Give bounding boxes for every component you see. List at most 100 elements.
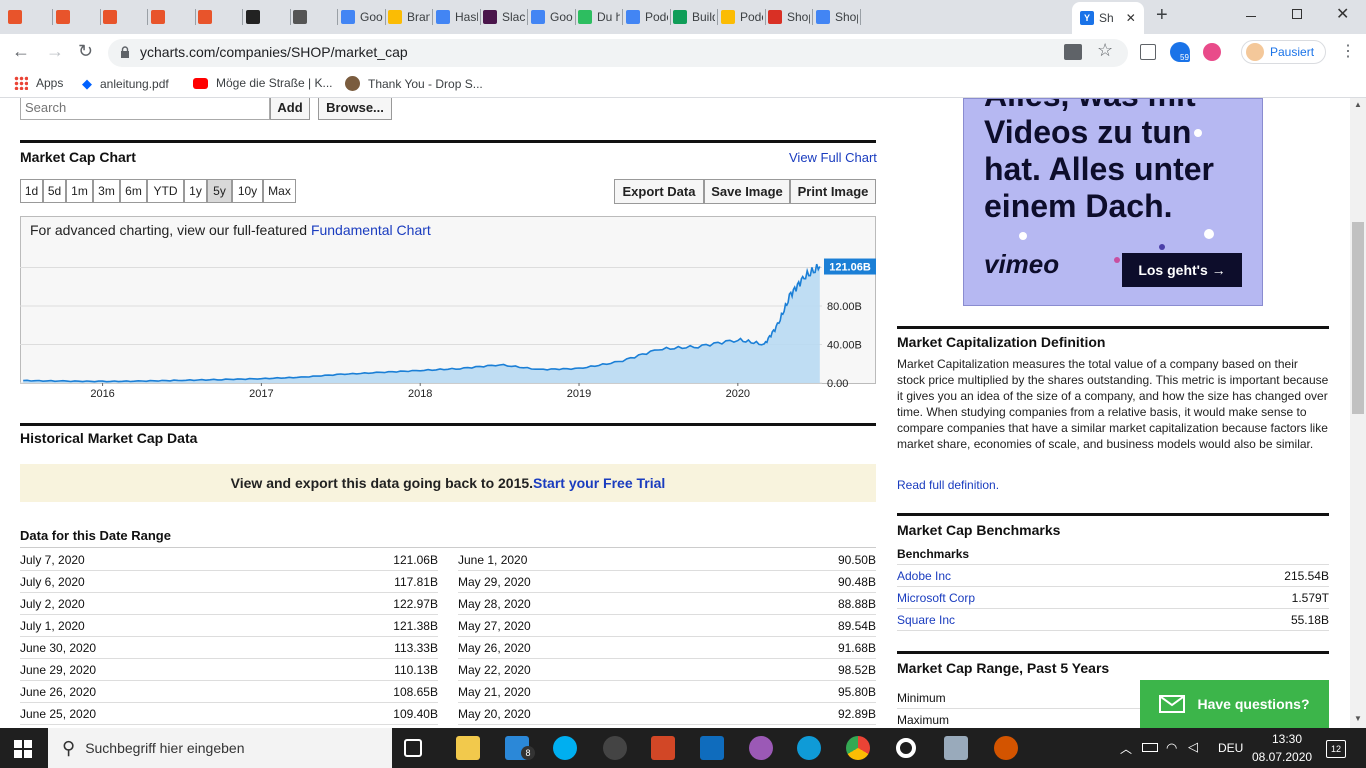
- browser-tab[interactable]: Googl: [341, 4, 383, 30]
- windows-start-icon[interactable]: [14, 740, 32, 758]
- ycharts-icon: Y: [1080, 11, 1094, 25]
- browser-tab[interactable]: Podca: [626, 4, 668, 30]
- read-definition-link[interactable]: Read full definition.: [897, 478, 999, 492]
- browser-tab[interactable]: [8, 4, 50, 30]
- x-tick-label: 2020: [726, 388, 750, 400]
- ad-cta-button[interactable]: Los geht's →: [1122, 253, 1242, 287]
- monitor-app-icon[interactable]: [944, 736, 968, 760]
- active-tab[interactable]: Y Sh ✕: [1072, 2, 1144, 34]
- bookmark-moege[interactable]: Möge die Straße | K...: [193, 76, 333, 90]
- row-date: May 26, 2020: [458, 640, 531, 655]
- table-row: May 26, 2020 91.68B: [458, 637, 876, 659]
- back-icon[interactable]: ←: [12, 41, 30, 62]
- close-tab-icon[interactable]: ✕: [1126, 11, 1136, 25]
- chrome-icon[interactable]: [846, 736, 870, 760]
- vimeo-ad[interactable]: Alles, was mit Videos zu tun hat. Alles …: [963, 98, 1263, 306]
- tab-separator: [432, 9, 433, 25]
- table-row: July 2, 2020 122.97B: [20, 593, 438, 615]
- benchmark-link[interactable]: Microsoft Corp: [897, 591, 975, 605]
- browser-tab[interactable]: Podca: [721, 4, 763, 30]
- tab-label: Podca: [740, 10, 763, 24]
- extension-icon[interactable]: [1140, 44, 1156, 60]
- extension-badge-icon[interactable]: 59: [1170, 42, 1192, 64]
- tab-favicon-icon: [816, 10, 830, 24]
- profile-chip[interactable]: Pausiert: [1241, 40, 1326, 64]
- speaker-icon[interactable]: ◁: [1188, 739, 1198, 755]
- settings-gear-icon[interactable]: [896, 738, 916, 758]
- tab-favicon-icon: [341, 10, 355, 24]
- decorative-dot-icon: [1194, 129, 1202, 137]
- browser-tab[interactable]: [246, 4, 288, 30]
- forward-icon[interactable]: →: [46, 41, 64, 62]
- task-view-icon[interactable]: [404, 739, 422, 757]
- bookmark-anleitung[interactable]: ◆ anleitung.pdf: [82, 76, 169, 92]
- chat-button[interactable]: Have questions?: [1140, 680, 1329, 728]
- row-value: 113.33B: [394, 640, 438, 655]
- benchmark-link[interactable]: Adobe Inc: [897, 569, 951, 583]
- powerpoint-icon[interactable]: [651, 736, 675, 760]
- benchmarks-title: Market Cap Benchmarks: [897, 522, 1061, 538]
- browser-tab[interactable]: Slack: [483, 4, 525, 30]
- row-date: July 6, 2020: [20, 574, 85, 589]
- apps-grid-icon: [14, 76, 28, 90]
- new-tab-button[interactable]: +: [1156, 4, 1168, 27]
- browser-tab[interactable]: [198, 4, 240, 30]
- file-explorer-icon[interactable]: [456, 736, 480, 760]
- browser-tab[interactable]: Du ha: [578, 4, 620, 30]
- definition-title: Market Capitalization Definition: [897, 334, 1106, 350]
- browser-tab[interactable]: Shopi: [816, 4, 858, 30]
- bookmark-apps[interactable]: Apps: [14, 76, 63, 90]
- scroll-down-icon[interactable]: ▼: [1354, 714, 1362, 723]
- edge-icon[interactable]: [797, 736, 821, 760]
- app-icon[interactable]: [700, 736, 724, 760]
- browser-tab[interactable]: Buildin: [673, 4, 715, 30]
- tab-separator: [290, 9, 291, 25]
- clock-date[interactable]: 08.07.2020: [1252, 750, 1312, 764]
- minimum-label: Minimum: [897, 691, 946, 705]
- mail-app-icon[interactable]: 8: [505, 736, 535, 760]
- close-window-icon[interactable]: ✕: [1336, 4, 1349, 24]
- scrollbar-thumb[interactable]: [1352, 222, 1364, 414]
- minimize-window-icon[interactable]: [1246, 16, 1256, 17]
- translate-icon[interactable]: [1064, 44, 1082, 60]
- active-tab-label: Sh: [1099, 11, 1114, 25]
- browser-tab[interactable]: [151, 4, 193, 30]
- tab-label: Shopi: [787, 10, 810, 24]
- benchmark-link[interactable]: Square Inc: [897, 613, 955, 627]
- benchmark-value: 55.18B: [1290, 612, 1329, 627]
- shield-app-icon[interactable]: [994, 736, 1018, 760]
- language-indicator[interactable]: DEU: [1218, 741, 1243, 755]
- bookmark-star-icon[interactable]: ☆: [1097, 40, 1113, 61]
- reload-icon[interactable]: ↻: [78, 41, 93, 62]
- paint-icon[interactable]: [749, 736, 773, 760]
- tab-favicon-icon: [246, 10, 260, 24]
- table-row: June 26, 2020 108.65B: [20, 681, 438, 703]
- skype-icon[interactable]: [553, 736, 577, 760]
- tab-separator: [195, 9, 196, 25]
- dvd-icon[interactable]: [603, 736, 627, 760]
- browser-tab[interactable]: Shopi: [768, 4, 810, 30]
- colorful-extension-icon[interactable]: [1203, 43, 1221, 61]
- wifi-icon[interactable]: ◠: [1166, 740, 1177, 756]
- browser-tab[interactable]: Googl: [531, 4, 573, 30]
- restore-window-icon[interactable]: [1292, 9, 1302, 19]
- scroll-up-icon[interactable]: ▲: [1354, 100, 1362, 109]
- browser-tab[interactable]: [293, 4, 335, 30]
- browser-tab[interactable]: Hashta: [436, 4, 478, 30]
- clock-time[interactable]: 13:30: [1267, 732, 1307, 746]
- browser-tab[interactable]: [56, 4, 98, 30]
- x-tick-label: 2016: [90, 388, 114, 400]
- chevron-up-icon[interactable]: ︿: [1120, 740, 1132, 757]
- row-date: May 22, 2020: [458, 662, 531, 677]
- browser-tab[interactable]: Brand: [388, 4, 430, 30]
- browser-tab[interactable]: [103, 4, 145, 30]
- url-text: ycharts.com/companies/SHOP/market_cap: [140, 44, 408, 60]
- notification-count: 12: [1330, 744, 1341, 754]
- notification-center-icon[interactable]: 12: [1326, 740, 1346, 758]
- bookmark-thankyou[interactable]: Thank You - Drop S...: [345, 76, 483, 91]
- battery-icon[interactable]: [1142, 743, 1158, 752]
- menu-kebab-icon[interactable]: ⋮: [1340, 41, 1356, 61]
- row-date: July 1, 2020: [20, 618, 85, 633]
- taskbar-search[interactable]: ⚲ Suchbegriff hier eingeben: [48, 728, 392, 768]
- free-trial-link[interactable]: Start your Free Trial: [533, 475, 665, 491]
